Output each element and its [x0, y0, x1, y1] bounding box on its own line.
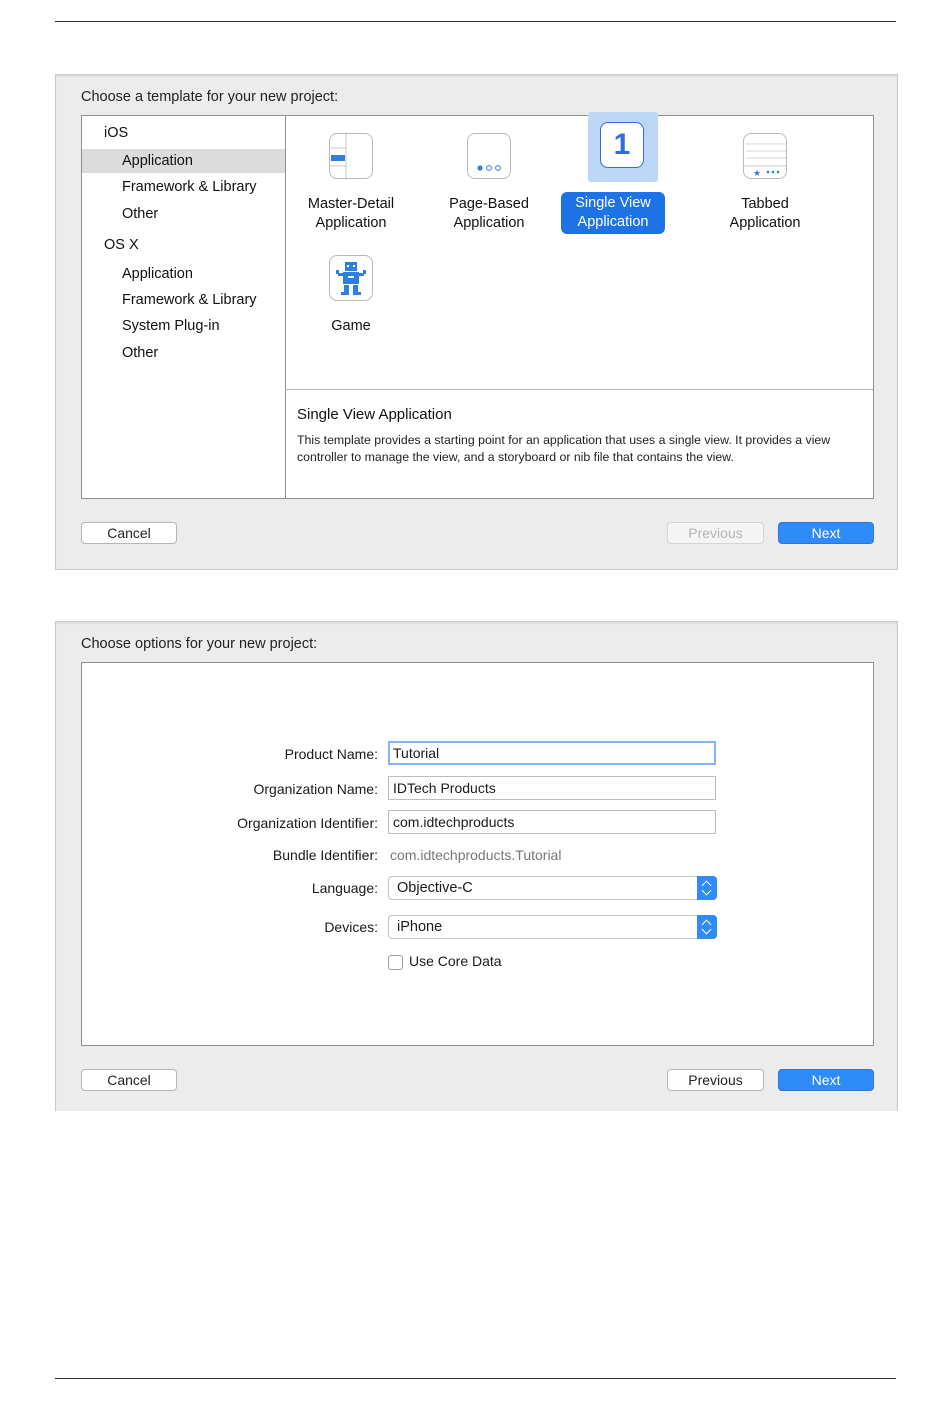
sidebar-item-osx-application[interactable]: Application	[82, 262, 285, 286]
use-core-data-label[interactable]: Use Core Data	[409, 953, 502, 969]
cancel-button[interactable]: Cancel	[81, 1069, 177, 1091]
use-core-data-checkbox[interactable]	[388, 955, 403, 970]
template-tabbed[interactable]: ★ Tabbed Application	[707, 123, 823, 233]
language-selected-value: Objective-C	[397, 880, 473, 896]
page-header-rule	[55, 21, 896, 22]
description-body: This template provides a starting point …	[297, 433, 831, 464]
dialog-title: Choose a template for your new project:	[81, 89, 339, 105]
template-panel: iOS Application Framework & Library Othe…	[81, 112, 874, 499]
organization-name-label: Organization Name:	[253, 781, 378, 797]
language-select[interactable]: Objective-C	[388, 876, 717, 900]
platform-sidebar: iOS Application Framework & Library Othe…	[82, 116, 286, 498]
bundle-identifier-value: com.idtechproducts.Tutorial	[390, 847, 562, 863]
sidebar-item-ios-framework-library[interactable]: Framework & Library	[82, 175, 285, 199]
sidebar-item-ios-other[interactable]: Other	[82, 202, 285, 226]
previous-button[interactable]: Previous	[667, 522, 764, 544]
chevron-up-down-icon	[697, 915, 717, 939]
template-game[interactable]: Game	[293, 245, 409, 335]
template-description: Single View Application This template pr…	[285, 389, 873, 498]
devices-selected-value: iPhone	[397, 919, 443, 935]
dialog-title: Choose options for your new project:	[81, 636, 318, 652]
master-detail-icon	[329, 133, 373, 179]
tabbed-icon: ★	[743, 133, 787, 179]
sidebar-item-osx-framework-library[interactable]: Framework & Library	[82, 288, 285, 312]
organization-identifier-label: Organization Identifier:	[237, 815, 378, 831]
organization-identifier-field[interactable]: com.idtechproducts	[388, 810, 716, 834]
sidebar-group-osx: OS X	[104, 237, 139, 253]
sidebar-item-osx-system-plugin[interactable]: System Plug-in	[82, 314, 285, 338]
chevron-up-down-icon	[697, 876, 717, 900]
page-footer-rule	[55, 1378, 896, 1379]
description-title: Single View Application	[297, 406, 452, 423]
product-name-field[interactable]: Tutorial	[388, 741, 716, 765]
next-button[interactable]: Next	[778, 1069, 874, 1091]
project-options-dialog: Choose options for your new project: Pro…	[55, 621, 898, 1111]
svg-text:★: ★	[753, 169, 761, 179]
template-single-view[interactable]: 1 Single View Application	[561, 112, 685, 234]
next-button[interactable]: Next	[778, 522, 874, 544]
options-panel: Product Name: Tutorial Organization Name…	[81, 662, 874, 1046]
single-view-icon: 1	[600, 122, 644, 168]
page-based-icon	[467, 133, 511, 179]
cancel-button[interactable]: Cancel	[81, 522, 177, 544]
template-chooser-dialog: Choose a template for your new project: …	[55, 74, 898, 570]
template-master-detail[interactable]: Master-Detail Application	[293, 123, 409, 233]
devices-label: Devices:	[324, 919, 378, 935]
organization-name-field[interactable]: IDTech Products	[388, 776, 716, 800]
sidebar-group-ios: iOS	[104, 125, 129, 141]
devices-select[interactable]: iPhone	[388, 915, 717, 939]
bundle-identifier-label: Bundle Identifier:	[272, 847, 378, 863]
product-name-label: Product Name:	[284, 746, 378, 762]
previous-button[interactable]: Previous	[667, 1069, 764, 1091]
sidebar-item-ios-application[interactable]: Application	[82, 149, 285, 173]
template-page-based[interactable]: Page-Based Application	[431, 123, 547, 233]
game-icon	[329, 255, 373, 301]
sidebar-item-osx-other[interactable]: Other	[82, 341, 285, 365]
language-label: Language:	[311, 880, 378, 896]
